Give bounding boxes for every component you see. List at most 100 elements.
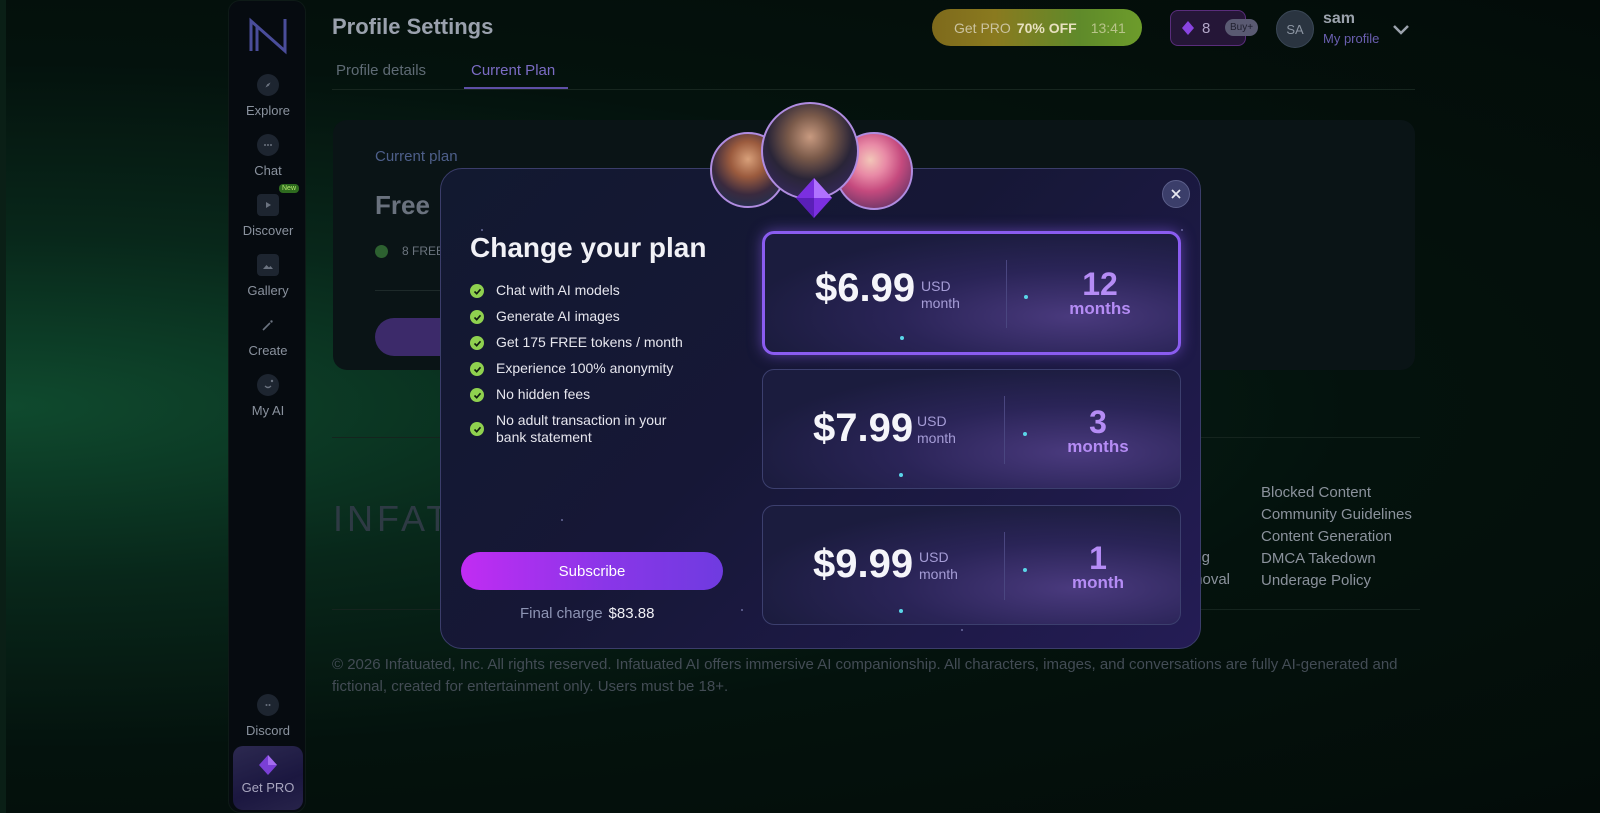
plan-currency: USD — [917, 413, 947, 429]
sidebar-item-explore[interactable]: Explore — [229, 74, 307, 118]
check-icon — [470, 362, 484, 376]
plan-duration-unit: months — [1069, 299, 1131, 318]
final-charge: Final charge $83.88 — [520, 605, 654, 622]
sidebar: Explore Chat New Discover Gallery Create… — [228, 0, 306, 813]
feature-item: Chat with AI models — [470, 282, 620, 299]
promo-discount: 70% OFF — [1016, 19, 1077, 36]
current-plan-label: Current plan — [375, 148, 458, 165]
copyright-text: © 2026 Infatuated, Inc. All rights reser… — [332, 656, 1398, 695]
get-pro-label: Get PRO — [241, 780, 295, 795]
sidebar-item-discover[interactable]: New Discover — [229, 184, 307, 238]
user-name: sam — [1323, 10, 1356, 27]
plan-price-unit: USD month — [919, 549, 958, 583]
play-icon — [257, 194, 279, 216]
sidebar-item-discord[interactable]: Discord — [229, 694, 307, 738]
feature-text: Get 175 FREE tokens / month — [496, 334, 683, 350]
close-modal-button[interactable] — [1162, 180, 1190, 208]
footer-link[interactable]: Underage Policy — [1261, 570, 1412, 592]
buy-tokens-button[interactable]: Buy+ — [1225, 19, 1259, 36]
compass-icon — [257, 74, 279, 96]
plan-price-unit: USD month — [917, 413, 956, 447]
check-icon — [470, 388, 484, 402]
divider — [1004, 532, 1005, 600]
gem-icon — [259, 755, 277, 775]
chevron-down-icon[interactable] — [1390, 18, 1412, 40]
sparkle-icon — [899, 609, 903, 613]
final-charge-label: Final charge — [520, 605, 603, 622]
feature-item: Get 175 FREE tokens / month — [470, 334, 683, 351]
tab-profile-details[interactable]: Profile details — [336, 62, 426, 79]
promo-timer: 13:41 — [1090, 19, 1126, 36]
current-plan-feature-text: 8 FREE — [402, 244, 445, 258]
my-profile-link[interactable]: My profile — [1323, 31, 1379, 46]
current-plan-feature: 8 FREE — [375, 244, 444, 258]
footer-brand-logo: INFAT — [333, 498, 453, 539]
subscribe-button[interactable]: Subscribe — [461, 552, 723, 590]
plan-option-3-months[interactable]: $7.99 USD month 3 months — [762, 369, 1181, 489]
check-icon — [375, 244, 388, 258]
sidebar-get-pro-button[interactable]: Get PRO — [233, 746, 303, 810]
check-icon — [470, 284, 484, 298]
plan-price: $9.99 — [813, 542, 914, 586]
plan-duration: 12 months — [1015, 268, 1185, 318]
get-pro-promo-button[interactable]: Get PRO 70% OFF 13:41 — [932, 9, 1142, 46]
divider — [1004, 396, 1005, 464]
footer-link[interactable]: Blocked Content — [1261, 482, 1412, 504]
sidebar-item-gallery[interactable]: Gallery — [229, 254, 307, 298]
sparkle-icon — [900, 336, 904, 340]
footer-link[interactable]: Community Guidelines — [1261, 504, 1412, 526]
sparkle-face-icon — [257, 374, 279, 396]
plan-per: month — [917, 430, 956, 446]
footer-link[interactable]: DMCA Takedown — [1261, 548, 1412, 570]
footer-links: Blocked Content Community Guidelines Con… — [1261, 482, 1412, 592]
feature-item: Experience 100% anonymity — [470, 360, 673, 377]
tab-current-plan[interactable]: Current Plan — [471, 62, 555, 79]
feature-text: Chat with AI models — [496, 282, 620, 298]
modal-title: Change your plan — [470, 232, 707, 263]
plan-duration: 3 months — [1013, 406, 1183, 456]
plan-price-unit: USD month — [921, 278, 960, 312]
current-plan-name: Free — [375, 190, 430, 220]
check-icon — [470, 422, 484, 436]
image-icon — [257, 254, 279, 276]
magic-wand-icon — [257, 314, 279, 336]
promo-text: Get PRO — [954, 19, 1011, 36]
footer-link[interactable]: Content Generation — [1261, 526, 1412, 548]
feature-item: No adult transaction in your bank statem… — [470, 412, 685, 446]
plan-currency: USD — [921, 278, 951, 294]
sidebar-item-create[interactable]: Create — [229, 314, 307, 358]
feature-item: No hidden fees — [470, 386, 590, 403]
plan-duration: 1 month — [1013, 542, 1183, 592]
sidebar-item-label: Explore — [245, 103, 291, 118]
discord-icon — [257, 694, 279, 716]
plan-per: month — [921, 295, 960, 311]
plan-price: $6.99 — [815, 266, 916, 310]
sidebar-item-label: Chat — [254, 163, 282, 178]
plan-price: $7.99 — [813, 406, 914, 450]
divider — [1006, 260, 1007, 328]
final-charge-value: $83.88 — [608, 605, 655, 622]
sidebar-item-my-ai[interactable]: My AI — [229, 374, 307, 418]
check-icon — [470, 336, 484, 350]
plan-duration-number: 3 — [1089, 404, 1107, 440]
feature-item: Generate AI images — [470, 308, 620, 325]
feature-text: No hidden fees — [496, 386, 591, 402]
sparkle-icon — [899, 473, 903, 477]
plan-per: month — [919, 566, 958, 582]
plan-option-12-months[interactable]: $6.99 USD month 12 months — [762, 231, 1181, 355]
page-title: Profile Settings — [332, 14, 494, 39]
left-edge-strip — [0, 0, 6, 813]
plan-currency: USD — [919, 549, 949, 565]
plan-duration-number: 1 — [1089, 540, 1107, 576]
avatar[interactable]: SA — [1276, 10, 1314, 48]
brand-logo-icon[interactable] — [247, 15, 289, 55]
plan-duration-number: 12 — [1082, 266, 1118, 302]
sidebar-item-chat[interactable]: Chat — [229, 134, 307, 178]
feature-text: Experience 100% anonymity — [496, 360, 674, 376]
token-count: 8 — [1202, 19, 1211, 37]
plan-option-1-month[interactable]: $9.99 USD month 1 month — [762, 505, 1181, 625]
sidebar-item-label: My AI — [251, 403, 285, 418]
header-divider — [332, 89, 1415, 90]
plan-duration-unit: months — [1067, 437, 1129, 456]
sidebar-item-label: Discord — [245, 723, 291, 738]
